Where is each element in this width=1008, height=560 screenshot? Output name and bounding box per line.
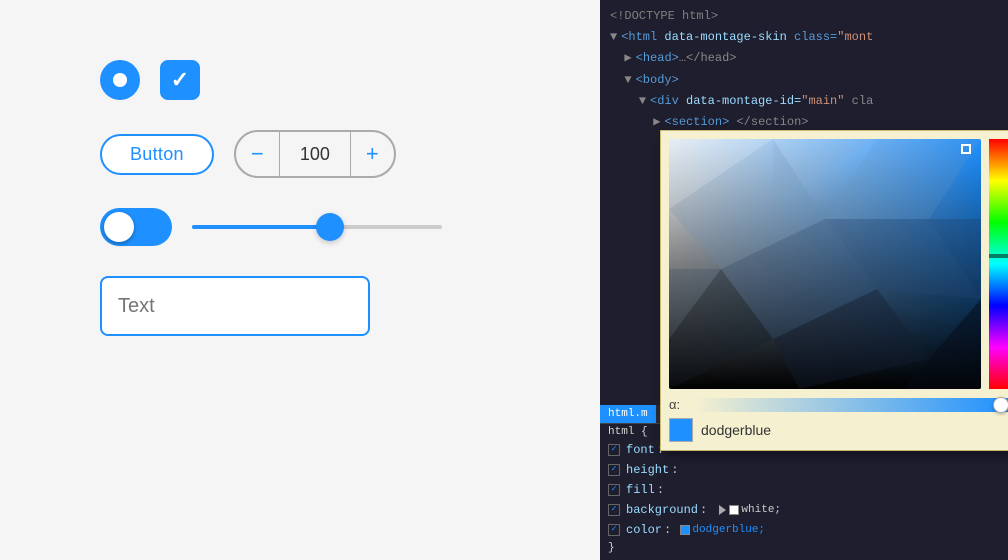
toggle-knob	[104, 212, 134, 242]
controls-row-4	[100, 276, 370, 336]
css-checkbox-height[interactable]	[608, 464, 620, 476]
alpha-slider-thumb[interactable]	[993, 397, 1008, 413]
controls-row-2: Button − +	[100, 130, 396, 178]
gradient-indicator	[961, 144, 971, 154]
code-editor: <!DOCTYPE html> ▼ <html data-montage-ski…	[600, 0, 1008, 139]
code-text: cla	[844, 92, 873, 111]
css-prop-color: color: dodgerblue;	[608, 520, 1000, 540]
radio-inner	[113, 73, 127, 87]
code-text: "mont	[837, 28, 873, 47]
code-line-2: ▼ <html data-montage-skin class= "mont	[600, 27, 1008, 48]
code-text: data-montage-skin	[657, 28, 787, 47]
code-text	[610, 92, 639, 111]
css-checkbox-background[interactable]	[608, 504, 620, 516]
css-prop-height: height:	[608, 460, 1000, 480]
css-closing-brace: }	[608, 540, 1000, 556]
code-text: …</head>	[679, 49, 737, 68]
color-dot-white	[729, 505, 739, 515]
slider-fill	[192, 225, 330, 229]
toggle-switch[interactable]	[100, 208, 172, 246]
stepper-input[interactable]	[280, 132, 350, 176]
slider-container	[192, 208, 442, 246]
css-checkbox-color[interactable]	[608, 524, 620, 536]
alpha-row: α:	[669, 397, 1008, 412]
color-gradient-area[interactable]	[669, 139, 981, 389]
code-text: <html	[621, 28, 657, 47]
devtools-tab-html[interactable]: html.m	[600, 405, 656, 423]
code-text: "main"	[801, 92, 844, 111]
arrow-icon: ▼	[610, 28, 617, 47]
hue-svg	[989, 139, 1008, 389]
code-text: <div	[650, 92, 679, 111]
code-text: class=	[787, 28, 837, 47]
code-text: <body>	[636, 71, 679, 90]
code-text	[610, 113, 653, 132]
stepper-increment-button[interactable]: +	[350, 132, 394, 176]
color-name-row: dodgerblue	[669, 418, 1008, 442]
controls-row-3	[100, 208, 442, 246]
left-panel: ✓ Button − +	[0, 0, 600, 560]
slider-track[interactable]	[192, 225, 442, 229]
code-line-5: ▼ <div data-montage-id= "main" cla	[600, 91, 1008, 112]
arrow-icon: ▼	[624, 71, 631, 90]
checkbox-button[interactable]: ✓	[160, 60, 200, 100]
text-input[interactable]	[100, 276, 370, 336]
checkmark-icon: ✓	[171, 69, 189, 91]
css-prop-background: background: white;	[608, 500, 1000, 520]
stepper-decrement-button[interactable]: −	[236, 132, 280, 176]
css-checkbox-fill[interactable]	[608, 484, 620, 496]
radio-button[interactable]	[100, 60, 140, 100]
arrow-icon: ▼	[639, 92, 646, 111]
code-line-3: ▶ <head> …</head>	[600, 48, 1008, 69]
controls-row-1: ✓	[100, 60, 200, 100]
code-text: data-montage-id=	[679, 92, 801, 111]
code-line-4: ▼ <body>	[600, 70, 1008, 91]
css-properties: font: height: fill: background: white; c	[600, 440, 1008, 560]
css-prop-fill: fill:	[608, 480, 1000, 500]
color-picker-top	[669, 139, 1008, 389]
hue-bar[interactable]	[989, 139, 1008, 389]
color-picker[interactable]: α: dodgerblue	[660, 130, 1008, 451]
main-button[interactable]: Button	[100, 134, 214, 175]
color-dot-blue	[680, 525, 690, 535]
code-text: <head>	[636, 49, 679, 68]
code-line-1: <!DOCTYPE html>	[600, 6, 1008, 27]
color-swatch	[669, 418, 693, 442]
color-name-label: dodgerblue	[701, 422, 771, 438]
code-text	[610, 71, 624, 90]
alpha-slider-track[interactable]	[695, 398, 1008, 412]
code-text: <!DOCTYPE html>	[610, 7, 718, 26]
gradient-svg	[669, 139, 981, 389]
stepper: − +	[234, 130, 396, 178]
slider-thumb[interactable]	[316, 213, 344, 241]
alpha-label: α:	[669, 397, 689, 412]
css-checkbox-font[interactable]	[608, 444, 620, 456]
code-text	[610, 49, 624, 68]
triangle-icon	[719, 505, 726, 515]
arrow-icon: ▶	[624, 49, 631, 68]
right-panel: <!DOCTYPE html> ▼ <html data-montage-ski…	[600, 0, 1008, 560]
